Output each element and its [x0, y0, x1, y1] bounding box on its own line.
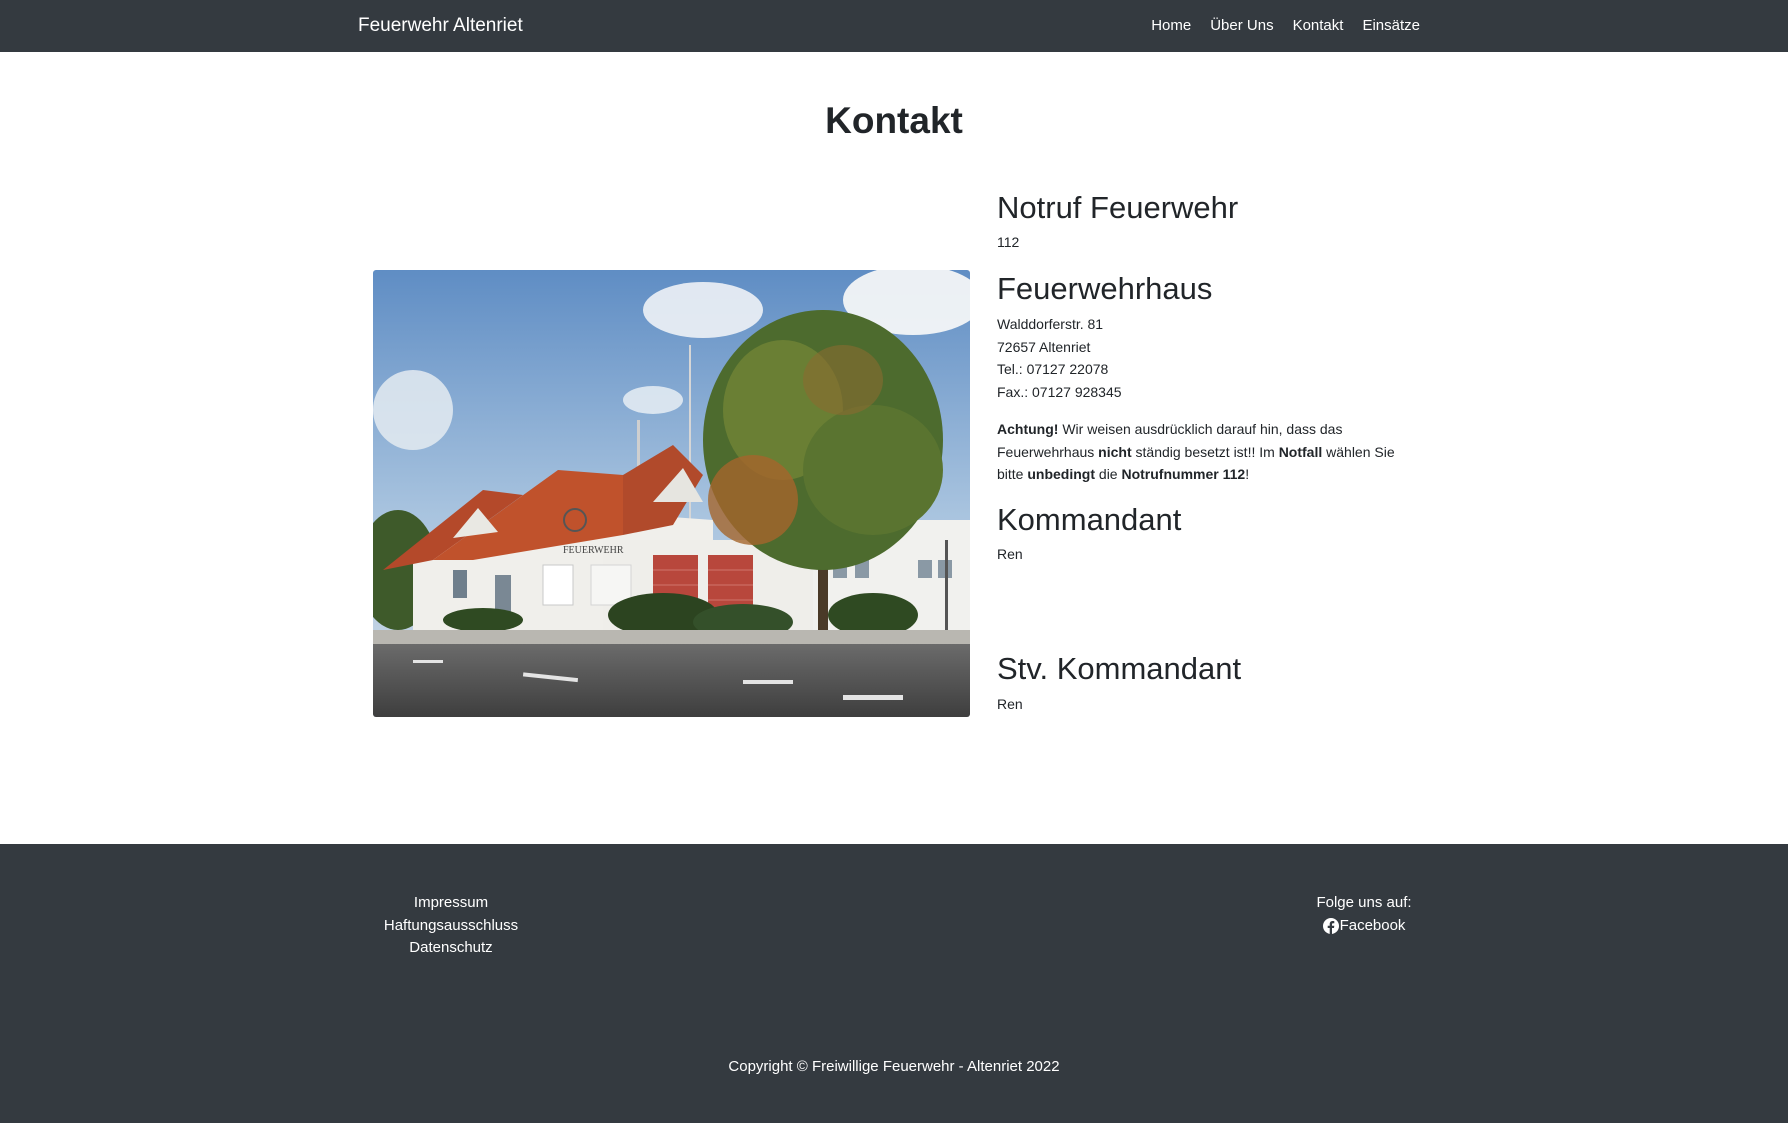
navbar-brand[interactable]: Feuerwehr Altenriet: [358, 15, 523, 37]
notice-text: Achtung! Wir weisen ausdrücklich darauf …: [997, 418, 1417, 486]
heading-notruf: Notruf Feuerwehr: [997, 190, 1239, 225]
notice-achtung: Achtung!: [997, 421, 1059, 437]
nav-item-home[interactable]: Home: [1151, 17, 1191, 34]
footer-link-datenschutz[interactable]: Datenschutz: [380, 937, 522, 960]
kommandant-name: Ren: [997, 546, 1023, 562]
notice-unbedingt: unbedingt: [1027, 466, 1096, 482]
page-title: Kontakt: [825, 100, 963, 141]
fire-station-photo: FEUERWEHR: [373, 270, 970, 717]
fax: Fax.: 07127 928345: [997, 384, 1122, 400]
notice-part: die: [1095, 466, 1122, 482]
copyright: Copyright © Freiwillige Feuerwehr - Alte…: [728, 1058, 1060, 1075]
notice-notfall: Notfall: [1278, 443, 1323, 460]
footer-link-impressum[interactable]: Impressum: [380, 892, 522, 915]
navbar: Feuerwehr Altenriet Home Über Uns Kontak…: [0, 0, 1788, 52]
heading-kommandant: Kommandant: [997, 502, 1182, 537]
building-sign: FEUERWEHR: [563, 545, 624, 556]
facebook-icon: [1322, 917, 1339, 934]
address-street: Walddorferstr. 81: [997, 316, 1104, 332]
nav-item-kontakt[interactable]: Kontakt: [1293, 17, 1344, 34]
heading-stv-kommandant: Stv. Kommandant: [997, 651, 1242, 686]
nav-menu: Home Über Uns Kontakt Einsätze: [1151, 17, 1420, 34]
nav-item-ueber-uns[interactable]: Über Uns: [1210, 17, 1273, 34]
follow-label: Folge uns auf:: [1316, 894, 1412, 911]
heading-feuerwehrhaus: Feuerwehrhaus: [997, 271, 1213, 306]
fire-station-illustration: FEUERWEHR: [373, 270, 970, 717]
footer: Impressum Haftungsausschluss Datenschutz…: [0, 844, 1788, 1123]
notruf-number: 112: [997, 234, 1020, 250]
address-city: 72657 Altenriet: [997, 339, 1091, 355]
notice-notrufnummer: Notrufnummer 112: [1121, 466, 1246, 482]
notice-nicht: nicht: [1098, 443, 1132, 460]
footer-links: Impressum Haftungsausschluss Datenschutz: [380, 892, 522, 960]
phone: Tel.: 07127 22078: [997, 361, 1109, 377]
nav-item-einsaetze[interactable]: Einsätze: [1362, 17, 1420, 34]
stv-kommandant-name: Ren: [997, 696, 1023, 712]
social-section: Folge uns auf: Facebook: [1300, 892, 1428, 941]
footer-link-haftungsausschluss[interactable]: Haftungsausschluss: [380, 915, 522, 938]
notice-part: !: [1245, 466, 1250, 482]
facebook-link[interactable]: Facebook: [1322, 915, 1406, 938]
notice-part: ständig besetzt ist!! Im: [1131, 443, 1279, 460]
facebook-label: Facebook: [1339, 916, 1406, 934]
